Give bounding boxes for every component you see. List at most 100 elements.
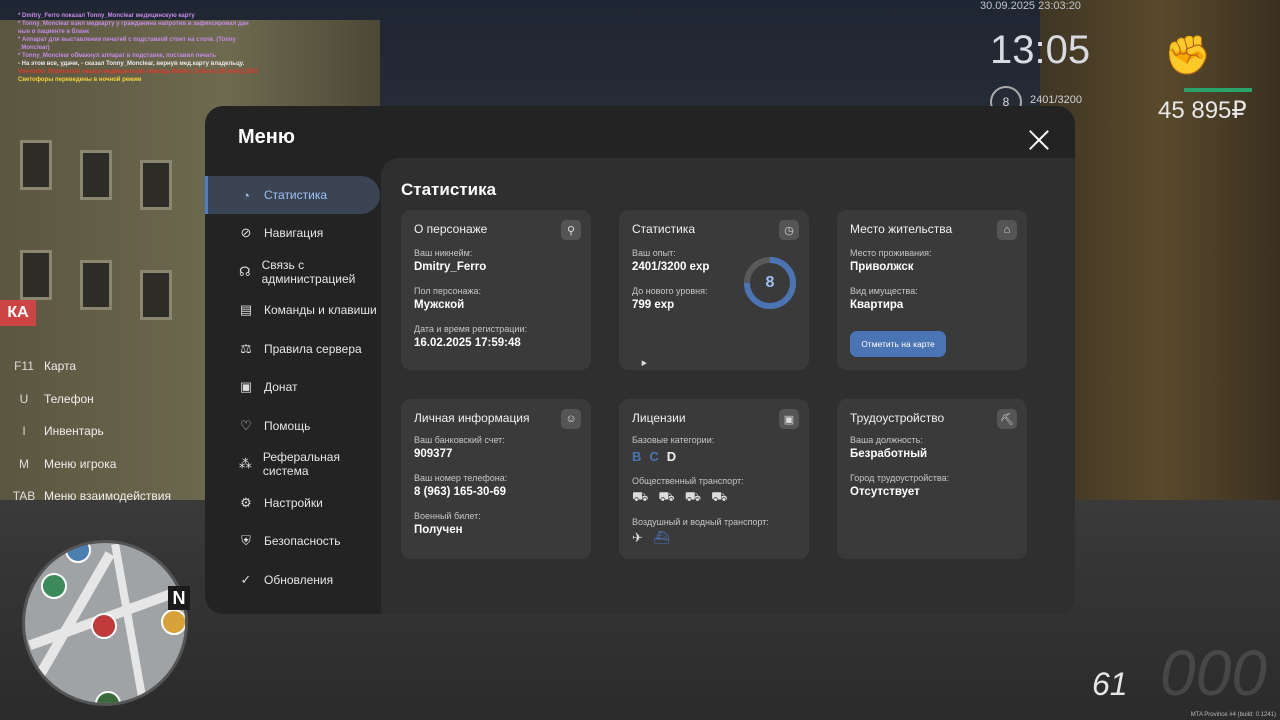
- sidebar-item[interactable]: ⛨ Безопасность: [205, 522, 380, 561]
- card-character: О персонаже ⚲ Ваш никнейм: Dmitry_Ferro …: [401, 210, 591, 370]
- job-city-value: Отсутствует: [850, 486, 920, 498]
- phone-value: 8 (963) 165-30-69: [414, 486, 507, 498]
- gender-label: Пол персонажа:: [414, 286, 482, 296]
- card-title: Лицензии: [632, 411, 686, 425]
- phone-label: Ваш номер телефона:: [414, 473, 508, 483]
- base-categories-label: Базовые категории:: [632, 435, 715, 445]
- keybind-label: Меню игрока: [44, 456, 117, 471]
- residence-value: Приволжск: [850, 261, 914, 273]
- chat-line: * Dmitry_Ferro показал Tonny_Monclear ме…: [18, 13, 195, 19]
- sidebar-item[interactable]: ⚖ Правила сервера: [205, 330, 380, 369]
- tram-icon: ⛟: [684, 489, 702, 504]
- registration-label: Дата и время регистрации:: [414, 324, 527, 334]
- chat-line: * Tonny_Monclear обмакнул аппарат в подс…: [18, 53, 216, 59]
- minimap[interactable]: [22, 540, 188, 706]
- keybind-key: TAB: [12, 489, 36, 504]
- close-button[interactable]: [1027, 128, 1051, 152]
- minimap-north-marker: N: [168, 586, 190, 610]
- sidebar-item[interactable]: ✓ Обновления: [205, 561, 380, 600]
- air-water-transport-icons: ✈ ⛴: [632, 530, 679, 546]
- trolleybus-icon: ⛟: [658, 489, 675, 504]
- card-licenses: Лицензии ▣ Базовые категории: BCD Общест…: [619, 399, 809, 559]
- card-title: Личная информация: [414, 411, 530, 425]
- chat-line: * Tonny_Monclear взял медкарту у граждан…: [18, 21, 249, 27]
- property-value: Квартира: [850, 299, 904, 311]
- chat-line: - На этом все, удачи, - сказал Tonny_Mon…: [18, 61, 245, 67]
- section-title: Статистика: [401, 180, 497, 199]
- chat-line: ные о пациенте в бланк: [18, 29, 90, 35]
- sidebar-item[interactable]: ▤ Команды и клавиши: [205, 291, 380, 330]
- sidebar-item-label: Обновления: [264, 572, 334, 587]
- blip-icon: [161, 609, 185, 635]
- sidebar-item[interactable]: ⁂ Реферальная система: [205, 445, 380, 484]
- minibus-icon: ⛟: [711, 489, 728, 504]
- next-level-label: До нового уровня:: [632, 286, 708, 296]
- sidebar-item[interactable]: ♡ Помощь: [205, 407, 380, 446]
- sidebar-item-label: Навигация: [264, 226, 324, 241]
- gender-value: Мужской: [414, 299, 465, 311]
- bank-value: 909377: [414, 448, 453, 460]
- card-personal: Личная информация ☺ Ваш банковский счет:…: [401, 399, 591, 559]
- scales-icon: ⚖: [240, 340, 252, 356]
- bank-label: Ваш банковский счет:: [414, 435, 505, 445]
- card-title: Статистика: [632, 222, 696, 236]
- military-value: Получен: [414, 524, 463, 536]
- sidebar-item[interactable]: ◔ Статистика: [205, 176, 380, 214]
- keybind-label: Инвентарь: [44, 424, 104, 439]
- menu-title: Меню: [238, 126, 295, 148]
- position-value: Безработный: [850, 448, 928, 460]
- keybind-row: I Инвентарь: [12, 415, 171, 448]
- chat-line: Светофоры переведены в ночной режим: [18, 77, 142, 83]
- public-transport-label: Общественный транспорт:: [632, 476, 744, 486]
- exp-value: 2401/3200 exp: [632, 261, 710, 273]
- nickname-value: Dmitry_Ferro: [414, 261, 487, 273]
- pie-chart-icon: ◔: [242, 187, 250, 203]
- blip-icon: [95, 691, 121, 703]
- keybind-list: F11 Карта U Телефон I Инвентарь M Меню игрока TA…: [12, 350, 171, 513]
- wallet-icon: ▣: [239, 379, 253, 395]
- keybind-label: Карта: [44, 359, 77, 374]
- military-label: Военный билет:: [414, 511, 481, 521]
- hud-money: 45 895₽: [1158, 97, 1247, 124]
- nickname-label: Ваш никнейм:: [414, 248, 473, 258]
- sidebar-item-label: Донат: [264, 380, 298, 395]
- compass-icon: ⊘: [240, 225, 252, 241]
- sidebar-item-label: Реферальная система: [262, 450, 340, 479]
- keybind-row: M Меню игрока: [12, 448, 171, 481]
- keybind-key: I: [22, 424, 26, 439]
- player-marker-icon: [91, 613, 117, 639]
- headset-icon: ☊: [239, 263, 251, 279]
- job-city-label: Город трудоустройства:: [850, 473, 950, 483]
- card-title: Трудоустройство: [850, 411, 945, 425]
- sidebar-item-label: Безопасность: [264, 534, 341, 549]
- health-bar: [1184, 88, 1252, 92]
- sidebar-item-label: Связь с администрацией: [261, 257, 356, 286]
- sidebar-item-label: Статистика: [264, 188, 328, 202]
- sidebar-item-label: Правила сервера: [264, 341, 362, 356]
- blip-icon: [65, 543, 91, 563]
- sidebar-item-label: Настройки: [264, 495, 323, 510]
- card-title: О персонаже: [414, 222, 488, 236]
- hud-exp: 2401/3200: [1030, 94, 1082, 106]
- sidebar-item-label: Команды и клавиши: [264, 303, 377, 318]
- license-categories: BCD: [632, 449, 684, 464]
- public-transport-icons: ⛟ ⛟ ⛟ ⛟: [632, 489, 737, 507]
- sidebar-item[interactable]: ▣ Донат: [205, 368, 380, 407]
- level-number: 8: [765, 274, 775, 291]
- shop-sign: КА: [0, 300, 36, 326]
- card-title: Место жительства: [850, 222, 953, 236]
- sidebar-item[interactable]: ⚙ Настройки: [205, 484, 380, 523]
- keybind-key: M: [19, 456, 29, 471]
- sidebar-item[interactable]: ☊ Связь с администрацией: [205, 253, 380, 292]
- clock-chart-icon: ◷: [779, 220, 799, 240]
- plane-icon: ✈: [632, 530, 643, 545]
- speedometer-background: 000: [1160, 637, 1267, 709]
- mark-on-map-button[interactable]: Отметить на карте: [850, 331, 946, 357]
- ship-icon: ⛴: [652, 530, 670, 545]
- sidebar-item[interactable]: ⊘ Навигация: [205, 214, 380, 253]
- next-level-value: 799 exp: [632, 299, 675, 311]
- refresh-check-icon: ✓: [240, 571, 252, 587]
- network-icon: ⁂: [238, 456, 252, 472]
- card-job: Трудоустройство ⛏ Ваша должность: Безраб…: [837, 399, 1027, 559]
- exp-label: Ваш опыт:: [632, 248, 676, 258]
